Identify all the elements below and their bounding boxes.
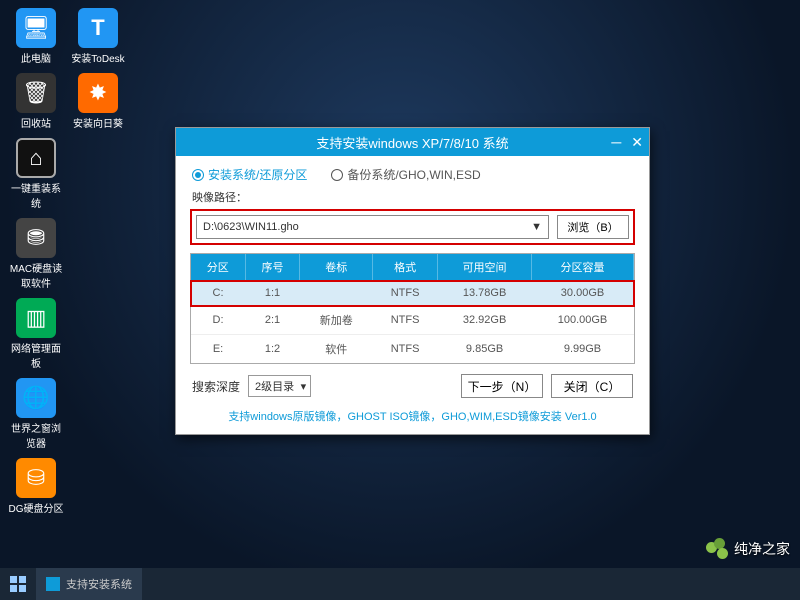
taskbar: 支持安装系统 [0,568,800,600]
table-row[interactable]: E:1:2软件NTFS9.85GB9.99GB [191,335,634,364]
taskbar-item-installer[interactable]: 支持安装系统 [36,568,142,600]
image-path-value: D:\0623\WIN11.gho [203,221,299,233]
image-path-select[interactable]: D:\0623\WIN11.gho ▼ [196,215,549,239]
minimize-icon[interactable]: ─ [611,134,621,150]
desktop-icon-todesk[interactable]: T安装ToDesk [70,8,126,65]
desktop-icon-browser[interactable]: 🌐世界之窗浏览器 [8,378,64,450]
desktop-icons-col2: T安装ToDesk ✸安装向日葵 [70,8,126,130]
desktop-icons-col1: 🖥此电脑 🗑回收站 ⌂一键重装系统 ⛃MAC硬盘读取软件 ▥网络管理面板 🌐世界… [8,8,64,515]
table-header: 分区序号卷标格式可用空间分区容量 [191,254,634,281]
desktop-icon-dg[interactable]: ⛁DG硬盘分区 [8,458,64,515]
windows-logo-icon [10,576,26,592]
radio-backup[interactable]: 备份系统/GHO,WIN,ESD [331,166,480,183]
window-titlebar[interactable]: 支持安装windows XP/7/8/10 系统 ─ ✕ [176,128,649,156]
watermark-logo-icon [706,538,728,560]
installer-window: 支持安装windows XP/7/8/10 系统 ─ ✕ 安装系统/还原分区 备… [175,127,650,435]
taskbar-app-icon [46,577,60,591]
partition-table: 分区序号卷标格式可用空间分区容量 C:1:1NTFS13.78GB30.00GB… [190,253,635,364]
window-title: 支持安装windows XP/7/8/10 系统 [316,133,508,152]
browse-button[interactable]: 浏览（B） [557,215,629,239]
watermark: 纯净之家 [706,538,790,560]
start-button[interactable] [0,568,36,600]
table-row[interactable]: C:1:1NTFS13.78GB30.00GB [191,281,634,306]
depth-select[interactable]: 2级目录 [248,375,311,397]
close-button[interactable]: 关闭（C） [551,374,633,398]
desktop-icon-mac-disk[interactable]: ⛃MAC硬盘读取软件 [8,218,64,290]
table-row[interactable]: D:2:1新加卷NTFS32.92GB100.00GB [191,306,634,335]
desktop-icon-netmgr[interactable]: ▥网络管理面板 [8,298,64,370]
desktop-icon-sunflower[interactable]: ✸安装向日葵 [70,73,126,130]
desktop-icon-this-pc[interactable]: 🖥此电脑 [8,8,64,65]
path-label: 映像路径： [176,189,649,209]
image-path-row: D:\0623\WIN11.gho ▼ 浏览（B） [190,209,635,245]
next-button[interactable]: 下一步（N） [461,374,543,398]
desktop-icon-reinstall[interactable]: ⌂一键重装系统 [8,138,64,210]
desktop-icon-recycle[interactable]: 🗑回收站 [8,73,64,130]
depth-label: 搜索深度 [192,378,240,395]
footer-note: 支持windows原版镜像，GHOST ISO镜像，GHO,WIM,ESD镜像安… [176,408,649,434]
close-icon[interactable]: ✕ [631,134,643,151]
chevron-down-icon: ▼ [531,221,542,233]
radio-install[interactable]: 安装系统/还原分区 [192,166,307,183]
